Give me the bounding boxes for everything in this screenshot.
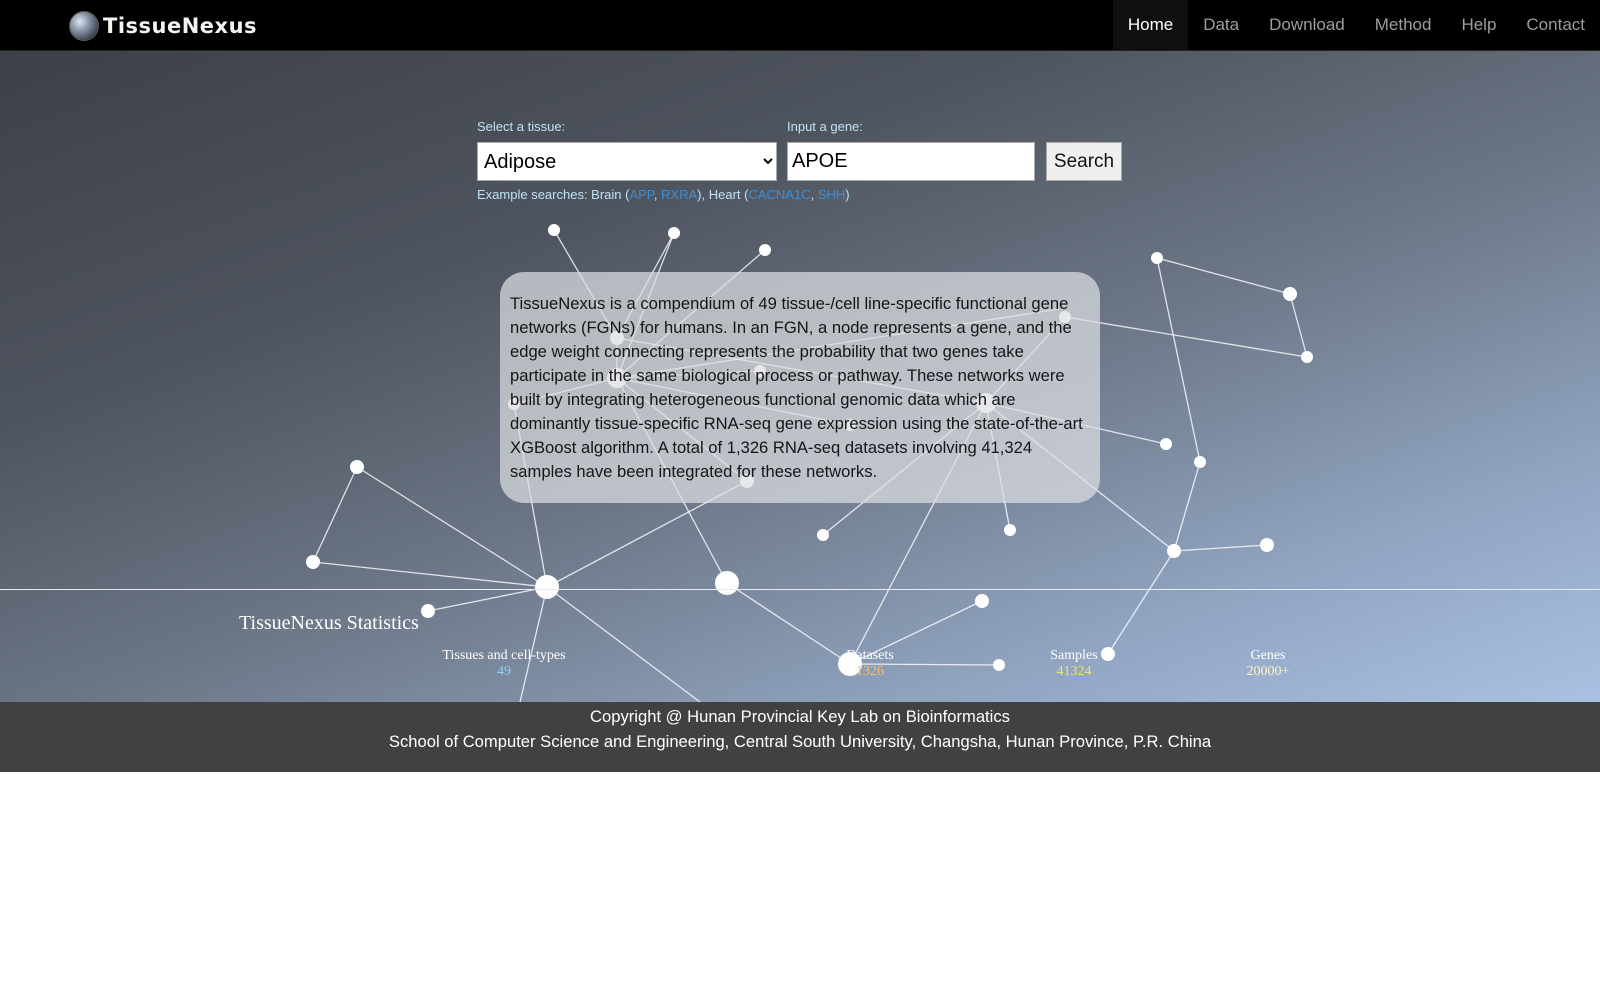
nav-data[interactable]: Data <box>1188 0 1254 50</box>
stat-value: 49 <box>497 664 511 679</box>
search-button[interactable]: Search <box>1046 142 1122 181</box>
nav-download[interactable]: Download <box>1254 0 1360 50</box>
example-link-rxra[interactable]: RXRA <box>661 187 697 202</box>
stat-samples: Samples 41324 <box>994 648 1154 680</box>
brand-logo[interactable]: TissueNexus <box>69 10 257 42</box>
stat-value: 41324 <box>1056 664 1092 679</box>
stat-tissues: Tissues and cell-types 49 <box>424 648 584 680</box>
footer-address: School of Computer Science and Engineeri… <box>388 732 1212 751</box>
examples-sep: , <box>653 187 662 202</box>
nav-help[interactable]: Help <box>1446 0 1511 50</box>
divider-line <box>0 589 1600 590</box>
nav-contact[interactable]: Contact <box>1511 0 1600 50</box>
footer-copyright: Copyright @ Hunan Provincial Key Lab on … <box>590 707 1010 726</box>
tissue-select-label: Select a tissue: <box>477 119 566 134</box>
stat-value: 20000+ <box>1246 664 1290 679</box>
stat-value: 1326 <box>856 664 884 679</box>
stat-name: Samples <box>1050 648 1098 663</box>
examples-sep: , <box>810 187 818 202</box>
about-description: TissueNexus is a compendium of 49 tissue… <box>500 272 1100 503</box>
globe-icon <box>69 11 99 41</box>
nav-method[interactable]: Method <box>1360 0 1447 50</box>
stat-datasets: Datasets 1326 <box>790 648 950 680</box>
stat-name: Datasets <box>846 648 894 663</box>
top-navbar: TissueNexus Home Data Download Method He… <box>0 0 1600 51</box>
examples-prefix: Example searches: <box>477 187 592 202</box>
statistics-title: TissueNexus Statistics <box>239 612 419 634</box>
stat-name: Tissues and cell-types <box>442 648 566 663</box>
stat-genes: Genes 20000+ <box>1188 648 1348 680</box>
hero-section: Select a tissue: Adipose Input a gene: S… <box>0 51 1600 702</box>
examples-suffix: ) <box>845 187 850 202</box>
example-link-app[interactable]: APP <box>629 187 653 202</box>
examples-brain-label: Brain ( <box>591 187 630 202</box>
examples-heart-label: ), Heart ( <box>697 187 749 202</box>
main-nav: Home Data Download Method Help Contact <box>1112 0 1600 50</box>
gene-input[interactable] <box>787 142 1035 181</box>
nav-home[interactable]: Home <box>1112 0 1189 50</box>
example-searches: Example searches: Brain (APP, RXRA), Hea… <box>477 187 850 202</box>
footer: Copyright @ Hunan Provincial Key Lab on … <box>0 702 1600 772</box>
brand-name: TissueNexus <box>103 14 258 38</box>
gene-input-label: Input a gene: <box>787 119 863 134</box>
tissue-select[interactable]: Adipose <box>477 142 777 181</box>
example-link-cacna1c[interactable]: CACNA1C <box>748 187 810 202</box>
example-link-shh[interactable]: SHH <box>818 187 845 202</box>
stat-name: Genes <box>1250 648 1286 663</box>
